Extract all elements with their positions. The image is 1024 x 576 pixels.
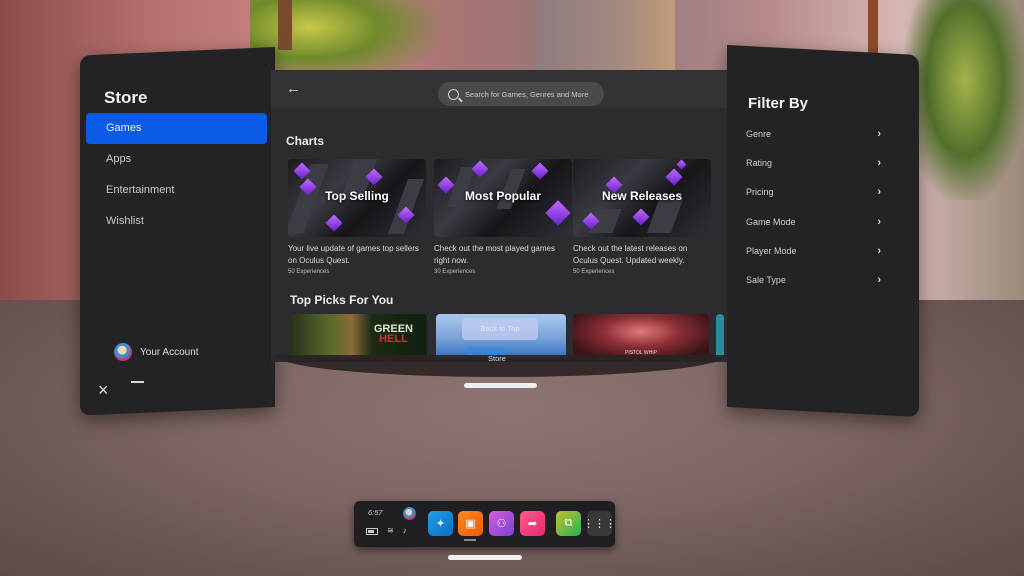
share-app-icon[interactable]: ➦ bbox=[520, 511, 545, 536]
chevron-right-icon: › bbox=[877, 274, 881, 286]
chevron-right-icon: › bbox=[877, 157, 881, 169]
sidebar-item-apps[interactable]: Apps bbox=[86, 144, 267, 175]
card-count: 50 Experiences bbox=[288, 269, 330, 275]
card-description: Check out the latest releases on Oculus … bbox=[573, 244, 688, 265]
battery-icon[interactable] bbox=[366, 527, 378, 535]
search-icon bbox=[448, 88, 459, 100]
top-pick-pistol-whip[interactable]: PISTOL WHIP bbox=[573, 314, 709, 358]
filter-label: Pricing bbox=[746, 187, 774, 197]
card-count: 30 Experiences bbox=[434, 269, 476, 275]
filter-heading: Filter By bbox=[748, 95, 809, 112]
decor-gem bbox=[676, 159, 687, 170]
app-grid-icon[interactable]: ⋮⋮⋮ bbox=[583, 511, 616, 536]
card-description: Check out the most played games right no… bbox=[434, 244, 555, 265]
top-pick-green-hell[interactable]: GREEN HELL bbox=[290, 314, 427, 358]
decor-gem bbox=[531, 162, 549, 180]
pick-title-line2: HELL bbox=[379, 333, 408, 345]
sidebar-nav: Games Apps Entertainment Wishlist bbox=[86, 113, 267, 237]
card-label: Top Selling bbox=[325, 189, 389, 203]
chart-card-top-selling[interactable]: Top Selling Your live update of games to… bbox=[288, 159, 426, 275]
card-label: Most Popular bbox=[464, 189, 541, 203]
library-app-icon[interactable]: ⧉ bbox=[556, 511, 581, 536]
decor-block bbox=[646, 199, 684, 233]
profile-avatar[interactable] bbox=[403, 507, 416, 520]
sidebar-item-entertainment[interactable]: Entertainment bbox=[86, 175, 267, 206]
filter-label: Rating bbox=[746, 158, 773, 168]
top-selling-thumbnail[interactable]: Top Selling bbox=[288, 159, 426, 237]
sidebar-item-wishlist[interactable]: Wishlist bbox=[86, 206, 267, 237]
filter-label: Player Mode bbox=[746, 246, 797, 256]
active-app-indicator bbox=[464, 539, 476, 541]
most-popular-thumbnail[interactable]: Most Popular bbox=[434, 159, 572, 237]
your-account-button[interactable]: Your Account bbox=[114, 343, 199, 361]
filter-item-sale-type[interactable]: Sale Type › bbox=[746, 270, 881, 290]
card-description: Your live update of games top sellers on… bbox=[288, 244, 419, 265]
environment-plants bbox=[905, 0, 1024, 200]
window-drag-handle[interactable] bbox=[464, 383, 537, 388]
back-arrow-icon[interactable]: ← bbox=[286, 80, 301, 97]
top-pick-partial[interactable] bbox=[716, 314, 724, 358]
card-count: 50 Experiences bbox=[573, 269, 615, 275]
filter-item-rating[interactable]: Rating › bbox=[746, 153, 881, 173]
store-app-icon[interactable]: ▣ bbox=[458, 511, 483, 536]
chart-card-most-popular[interactable]: Most Popular Check out the most played g… bbox=[434, 159, 572, 275]
sidebar-item-games[interactable]: Games bbox=[86, 113, 267, 144]
back-to-top-button[interactable]: Back to Top bbox=[462, 318, 538, 340]
explore-app-icon[interactable]: ✦ bbox=[428, 511, 453, 536]
decor-gem bbox=[665, 168, 683, 186]
charts-heading: Charts bbox=[286, 134, 325, 148]
clock: 6:57 bbox=[368, 508, 383, 517]
filter-item-player-mode[interactable]: Player Mode › bbox=[746, 241, 881, 261]
filter-label: Game Mode bbox=[746, 217, 796, 227]
wifi-icon[interactable]: ≋ bbox=[387, 527, 394, 535]
search-placeholder: Search for Games, Genres and More bbox=[465, 89, 589, 99]
chevron-right-icon: › bbox=[877, 128, 881, 140]
filter-item-pricing[interactable]: Pricing › bbox=[746, 182, 881, 202]
account-label: Your Account bbox=[140, 346, 199, 358]
card-label: New Releases bbox=[601, 189, 683, 203]
minimize-icon[interactable] bbox=[131, 381, 144, 383]
store-title: Store bbox=[104, 88, 148, 107]
filter-item-genre[interactable]: Genre › bbox=[746, 124, 881, 144]
dock-drag-handle[interactable] bbox=[448, 555, 522, 560]
new-releases-thumbnail[interactable]: New Releases bbox=[573, 159, 711, 237]
chevron-right-icon: › bbox=[877, 245, 881, 257]
environment-palm-trunk bbox=[278, 0, 292, 50]
filter-item-game-mode[interactable]: Game Mode › bbox=[746, 212, 881, 232]
people-app-icon[interactable]: ⚇ bbox=[489, 511, 514, 536]
filter-label: Genre bbox=[746, 129, 772, 139]
window-caption: Store bbox=[488, 354, 506, 363]
decor-gem bbox=[471, 160, 489, 178]
top-picks-heading: Top Picks For You bbox=[290, 293, 394, 307]
status-icons: ≋ ♪ bbox=[366, 527, 407, 535]
avatar bbox=[114, 343, 132, 361]
decor-gem bbox=[632, 208, 650, 226]
chevron-right-icon: › bbox=[877, 216, 881, 228]
environment-tree-trunk bbox=[868, 0, 878, 55]
filter-label: Sale Type bbox=[746, 275, 786, 285]
chart-card-new-releases[interactable]: New Releases Check out the latest releas… bbox=[573, 159, 711, 275]
chevron-right-icon: › bbox=[877, 186, 881, 198]
bell-icon[interactable]: ♪ bbox=[403, 527, 407, 535]
decor-gem bbox=[325, 214, 343, 232]
search-input[interactable]: Search for Games, Genres and More bbox=[438, 82, 604, 106]
pick-title: GREEN HELL bbox=[374, 324, 413, 345]
decor-gem bbox=[545, 200, 571, 226]
close-icon[interactable]: × bbox=[98, 381, 114, 399]
